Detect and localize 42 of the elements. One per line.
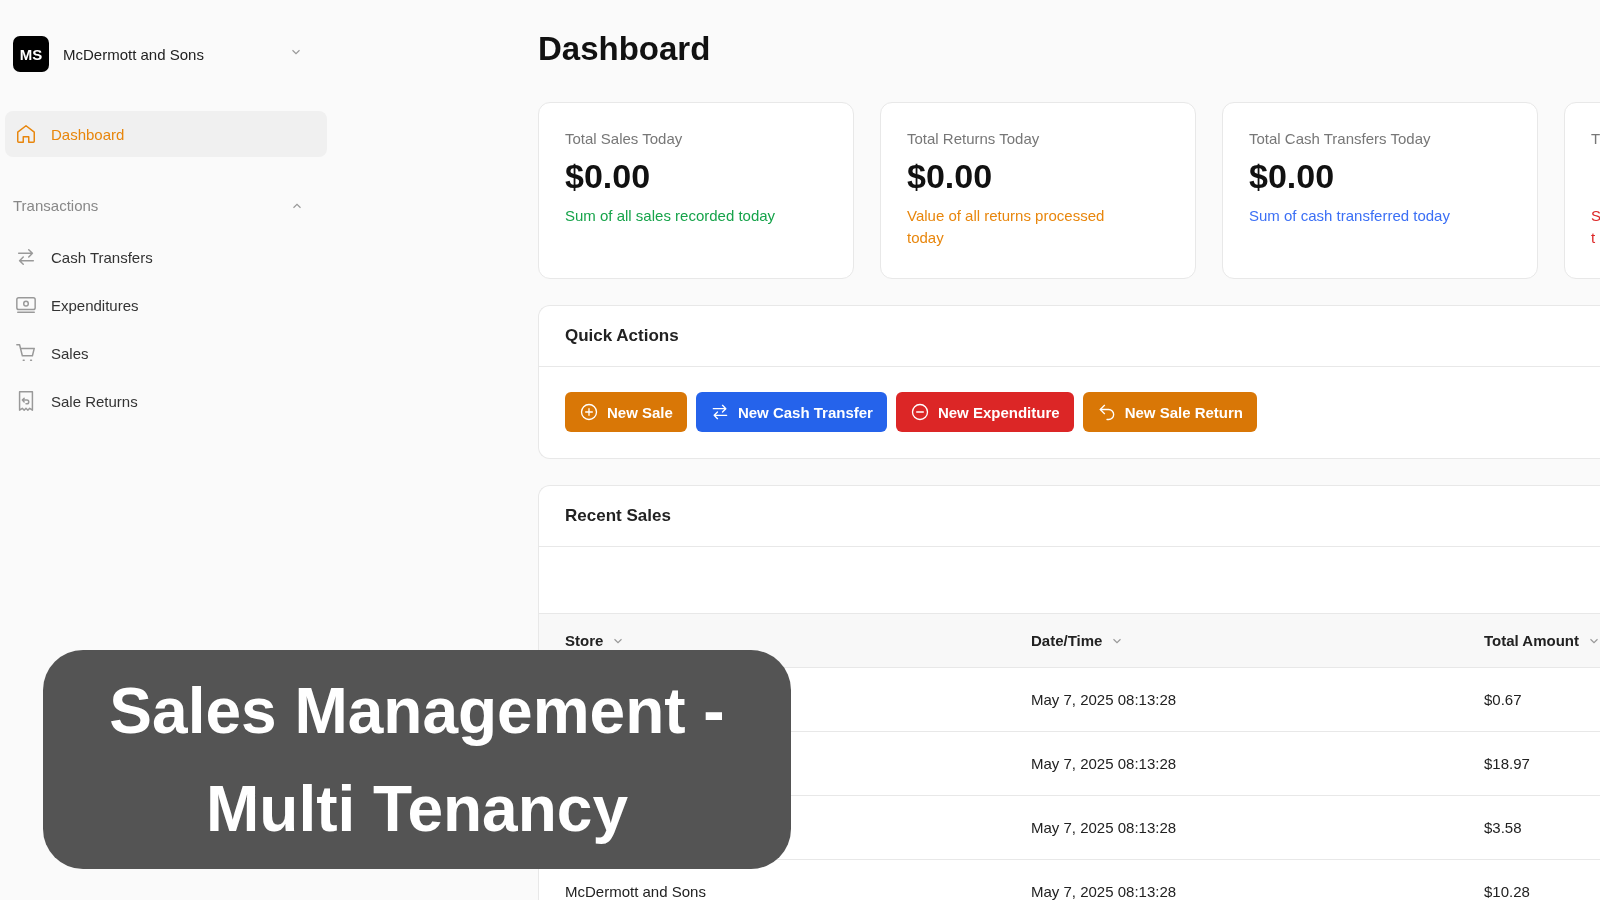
stat-value: $0.00 — [907, 157, 994, 196]
stat-title: Total Returns Today — [907, 130, 1041, 147]
table-cell: May 7, 2025 08:13:28 — [1031, 691, 1177, 708]
stat-title: Total Sales Today — [565, 130, 684, 147]
sidebar-item[interactable]: Cash Transfers — [5, 234, 327, 280]
org-name: McDermott and Sons — [63, 45, 205, 63]
table-cell: $10.28 — [1484, 883, 1530, 900]
table-cell: $3.58 — [1484, 819, 1522, 836]
stat-title: T — [1591, 130, 1600, 147]
stat-description: Sum of cash transferred today — [1249, 206, 1451, 226]
table-cell: McDermott and Sons — [565, 883, 706, 900]
banknote-icon — [15, 294, 37, 316]
arrows-icon — [15, 246, 37, 268]
table-cell: May 7, 2025 08:13:28 — [1031, 883, 1177, 900]
action-button[interactable]: New Expenditure — [895, 392, 1074, 432]
overlay-title: Sales Management - Multi Tenancy — [109, 673, 725, 847]
action-button[interactable]: New Cash Transfer — [695, 392, 887, 432]
column-header[interactable]: Store — [565, 632, 604, 649]
stat-title: Total Cash Transfers Today — [1249, 130, 1432, 147]
sidebar-item[interactable]: Expenditures — [5, 282, 327, 328]
column-header[interactable]: Total Amount — [1484, 632, 1579, 649]
page-title: Dashboard — [538, 30, 711, 67]
minus-circle-icon — [909, 402, 930, 422]
table-cell: $0.67 — [1484, 691, 1522, 708]
sidebar-item[interactable]: Sale Returns — [5, 378, 327, 424]
stat-description: Value of all returns processed today — [907, 206, 1106, 248]
section-title: Quick Actions — [565, 326, 679, 345]
table-cell: May 7, 2025 08:13:28 — [1031, 819, 1177, 836]
stat-value: $0.00 — [1249, 157, 1336, 196]
sidebar-item[interactable]: Sales — [5, 330, 327, 376]
org-avatar: MS — [13, 36, 49, 72]
cart-icon — [15, 342, 37, 364]
stat-description: Sum of all sales recorded today — [565, 206, 777, 226]
section-heading: Transactions — [13, 197, 99, 214]
section-title: Recent Sales — [565, 506, 671, 525]
plus-circle-icon — [579, 402, 599, 422]
home-icon — [15, 123, 37, 145]
table-cell: May 7, 2025 08:13:28 — [1031, 755, 1177, 772]
stat-description: S t — [1591, 206, 1600, 248]
column-header[interactable]: Date/Time — [1031, 632, 1103, 649]
table-cell: $18.97 — [1484, 755, 1530, 772]
stat-value: $0.00 — [565, 157, 652, 196]
